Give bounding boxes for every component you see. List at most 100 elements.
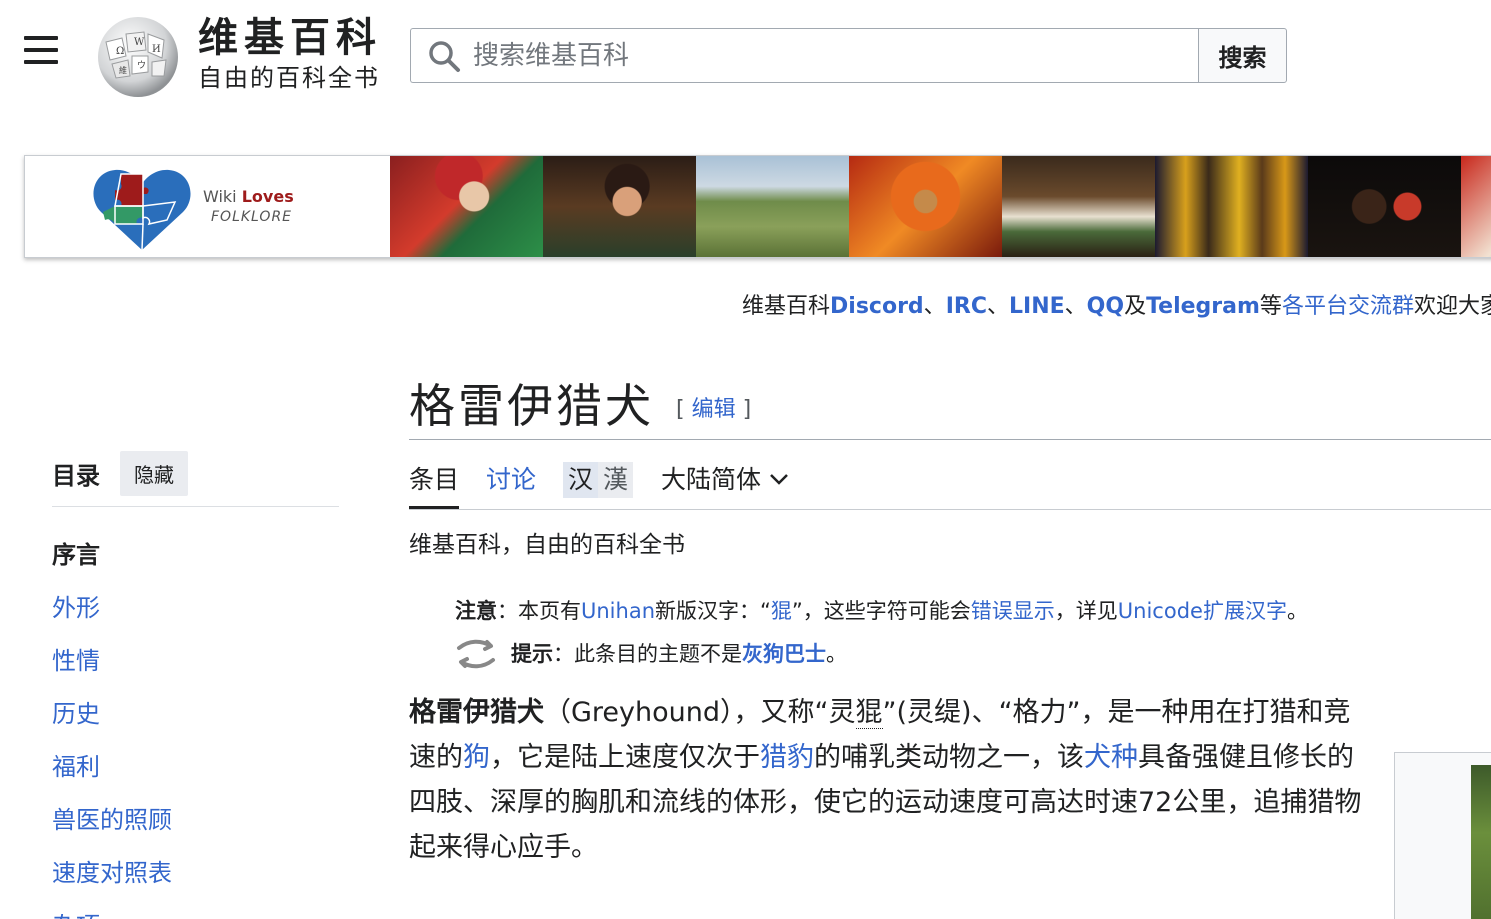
telegram-link[interactable]: Telegram: [1146, 294, 1260, 319]
tab-article[interactable]: 条目: [409, 464, 460, 509]
infobox: [1394, 752, 1491, 919]
rare-char-link[interactable]: 猑: [771, 599, 792, 623]
disambig-arrows-icon: [457, 639, 495, 669]
dog-link[interactable]: 狗: [463, 742, 490, 773]
toc-link-misc[interactable]: 杂项: [52, 912, 100, 919]
qq-link[interactable]: QQ: [1087, 294, 1124, 319]
hatnote-text: ：此条目的主题不是: [553, 642, 742, 666]
lead-text: （Greyhound），又称“灵: [544, 697, 856, 728]
wlf-word-folklore: FOLKLORE: [211, 208, 293, 225]
page-title: 格雷伊猎犬: [409, 379, 654, 433]
folklore-photo: [1308, 156, 1461, 257]
variant-label: 大陆简体: [661, 465, 762, 494]
notice-sep: 、: [986, 294, 1009, 319]
toc-item: 杂项: [52, 900, 339, 919]
notice-text: 等: [1259, 294, 1282, 319]
lead-text: 的哺乳类动物之一，该: [814, 742, 1084, 773]
han-variant-toggle: 汉 漢: [563, 462, 634, 498]
tab-talk[interactable]: 讨论: [486, 464, 536, 496]
folklore-photo: [1155, 156, 1308, 257]
edit-bracket: ]: [735, 397, 752, 422]
hatnote-text: ：本页有: [497, 599, 581, 623]
folklore-photo: [849, 156, 1002, 257]
page-tabs: 条目 讨论 汉 漢 大陆简体: [409, 458, 1491, 510]
notice-text: 及: [1124, 294, 1147, 319]
search-input[interactable]: [473, 40, 1198, 71]
hatnote-text: 。: [1286, 599, 1308, 623]
breed-link[interactable]: 犬种: [1084, 742, 1138, 773]
notice-text: 欢迎大家加: [1413, 294, 1491, 319]
han-traditional-button[interactable]: 漢: [598, 462, 634, 498]
hatnote-text: ，详见: [1054, 599, 1118, 623]
hatnote-text: 新版汉字：“: [655, 599, 771, 623]
folklore-photo: [1002, 156, 1155, 257]
discord-link[interactable]: Discord: [830, 294, 924, 319]
puzzle-heart-icon: [93, 169, 191, 250]
title-edit: [ 编辑 ]: [676, 397, 751, 422]
wlf-word-wiki: Wiki: [203, 186, 237, 206]
hamburger-bar: [24, 48, 58, 52]
lead-bold-title: 格雷伊猎犬: [409, 697, 544, 728]
search-box[interactable]: [410, 28, 1198, 83]
search-button[interactable]: 搜索: [1198, 28, 1287, 83]
notice-text: 维基百科: [742, 294, 831, 319]
edit-link[interactable]: 编辑: [692, 397, 736, 422]
cheetah-link[interactable]: 猎豹: [760, 742, 814, 773]
folklore-photo: [1461, 156, 1491, 257]
toc-link-speed-table[interactable]: 速度对照表: [52, 859, 172, 887]
toc-link-welfare[interactable]: 福利: [52, 753, 100, 781]
notice-sep: 、: [1064, 294, 1087, 319]
wlf-word-loves: Loves: [241, 186, 294, 206]
groups-link[interactable]: 各平台交流群: [1282, 294, 1414, 319]
lead-text: ，它是陆上速度仅次于: [490, 742, 760, 773]
irc-link[interactable]: IRC: [946, 294, 987, 319]
wikipedia-globe-logo[interactable]: Ω W И 維 ウ: [92, 12, 184, 98]
line-link[interactable]: LINE: [1009, 294, 1065, 319]
toc-link-temperament[interactable]: 性情: [52, 647, 100, 675]
rare-char: 猑: [855, 697, 883, 729]
toc-item: 福利: [52, 741, 339, 794]
infobox-image[interactable]: [1471, 765, 1491, 919]
svg-text:W: W: [134, 37, 145, 48]
hatnote-tip-label: 提示: [511, 642, 553, 666]
unihan-link[interactable]: Unihan: [581, 599, 655, 623]
wlf-logo: Wiki Loves FOLKLORE: [25, 156, 390, 257]
svg-text:ウ: ウ: [137, 60, 146, 71]
toc-hide-button[interactable]: 隐藏: [120, 450, 188, 496]
wiki-loves-folklore-banner[interactable]: Wiki Loves FOLKLORE: [24, 155, 1491, 258]
toc-item: 历史: [52, 688, 339, 741]
unicode-ext-link[interactable]: Unicode扩展汉字: [1118, 599, 1287, 623]
svg-text:Ω: Ω: [116, 46, 124, 57]
toc-link-history[interactable]: 历史: [52, 700, 100, 728]
search-form: 搜索: [410, 28, 1287, 83]
hatnote-disambig: 提示 ：此条目的主题不是 灰狗巴士。: [455, 638, 847, 670]
variant-dropdown[interactable]: 大陆简体: [661, 464, 789, 496]
lead-paragraph: 格雷伊猎犬（Greyhound），又称“灵猑”(灵缇)、“格力”，是一种用在打猎…: [409, 690, 1369, 870]
search-icon: [429, 40, 460, 72]
wordmark-title: 维基百科: [198, 14, 382, 61]
site-subtitle: 维基百科，自由的百科全书: [409, 532, 685, 558]
toc-link-vet-care[interactable]: 兽医的照顾: [52, 806, 172, 834]
hatnote-label: 注意: [455, 599, 497, 623]
greyhound-bus-link[interactable]: 灰狗巴士: [742, 638, 826, 670]
community-notice: 维基百科Discord、IRC、LINE、QQ及Telegram等各平台交流群欢…: [742, 292, 1491, 322]
notice-sep: 、: [923, 294, 946, 319]
hamburger-bar: [24, 36, 58, 40]
toc-item: 外形: [52, 582, 339, 635]
folklore-photo: [390, 156, 543, 257]
wordmark-tagline: 自由的百科全书: [198, 64, 380, 92]
main-menu-button[interactable]: [22, 36, 62, 72]
toc-list: 序言 外形 性情 历史 福利 兽医的照顾 速度对照表 杂项: [52, 529, 339, 919]
hatnote-text: ”，这些字符可能会: [791, 599, 971, 623]
table-of-contents: 目录 隐藏 序言 外形 性情 历史 福利 兽医的照顾 速度对照表 杂项: [52, 450, 339, 919]
hatnote-unihan: 注意：本页有Unihan新版汉字：“猑”，这些字符可能会错误显示，详见Unico…: [455, 596, 1308, 626]
folklore-photo: [696, 156, 849, 257]
wikipedia-wordmark[interactable]: 维基百科 自由的百科全书: [198, 14, 382, 94]
folklore-photo: [543, 156, 696, 257]
han-simplified-button[interactable]: 汉: [563, 462, 599, 498]
toc-link-appearance[interactable]: 外形: [52, 594, 100, 622]
display-error-link[interactable]: 错误显示: [971, 599, 1055, 623]
toc-item: 性情: [52, 635, 339, 688]
toc-item-intro[interactable]: 序言: [52, 529, 339, 582]
toc-title: 目录: [52, 461, 100, 490]
